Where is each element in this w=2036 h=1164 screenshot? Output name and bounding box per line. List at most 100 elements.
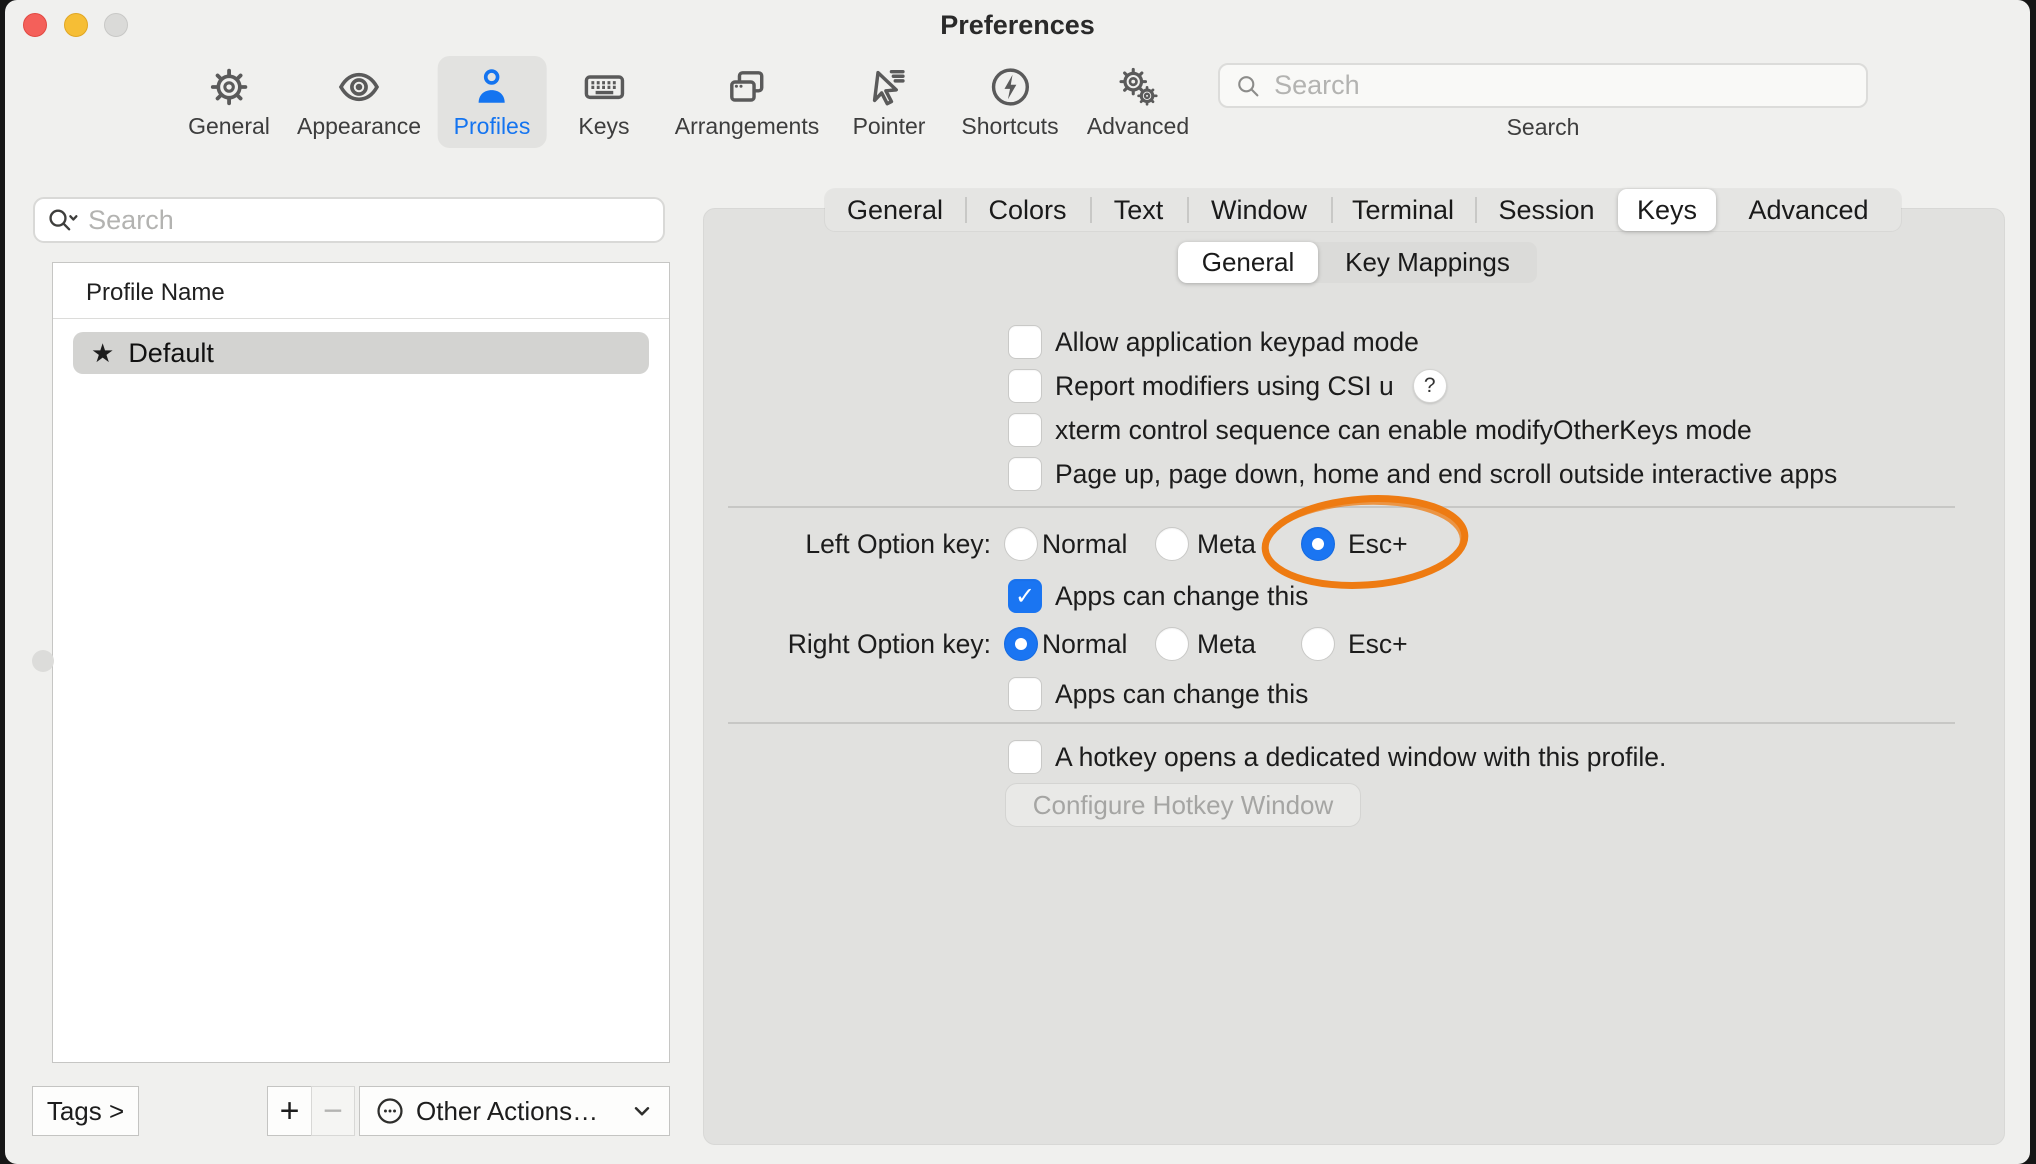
- tab-general[interactable]: General: [825, 189, 965, 231]
- help-button[interactable]: ?: [1413, 369, 1447, 403]
- radio-label: Esc+: [1348, 527, 1408, 561]
- right-option-key-label: Right Option key:: [691, 627, 991, 661]
- subtab-key-mappings[interactable]: Key Mappings: [1318, 242, 1537, 283]
- tab-terminal[interactable]: Terminal: [1331, 189, 1475, 231]
- keyboard-icon: [581, 64, 627, 110]
- toolbar-label: Pointer: [853, 113, 926, 140]
- toolbar-label: General: [188, 113, 270, 140]
- radio-label: Normal: [1042, 627, 1127, 661]
- toolbar-item-arrangements[interactable]: Arrangements: [659, 56, 835, 148]
- row-hotkey-window: A hotkey opens a dedicated window with t…: [1008, 740, 1666, 774]
- windows-icon: [724, 64, 770, 110]
- toolbar-label: Appearance: [297, 113, 421, 140]
- toolbar-search-input[interactable]: [1274, 70, 1852, 101]
- checkbox-left-apps-change[interactable]: ✓: [1008, 579, 1042, 613]
- tab-advanced[interactable]: Advanced: [1716, 189, 1901, 231]
- checkbox-keypad-mode[interactable]: [1008, 325, 1042, 359]
- profile-row-default[interactable]: ★ Default: [73, 332, 649, 374]
- bolt-icon: [987, 64, 1033, 110]
- tab-window[interactable]: Window: [1187, 189, 1331, 231]
- remove-profile-button[interactable]: −: [311, 1086, 355, 1136]
- toolbar-search-field[interactable]: [1218, 63, 1868, 108]
- profile-list-header: Profile Name: [86, 279, 225, 307]
- checkbox-label: Page up, page down, home and end scroll …: [1055, 459, 1837, 490]
- row-csi-u: Report modifiers using CSI u ?: [1008, 369, 1447, 403]
- eye-icon: [336, 64, 382, 110]
- right-option-key-row: Right Option key: Normal Meta Esc+: [705, 627, 1705, 661]
- toolbar-label: Profiles: [454, 113, 531, 140]
- radio-label: Meta: [1197, 627, 1256, 661]
- tab-colors[interactable]: Colors: [965, 189, 1090, 231]
- toolbar-label: Arrangements: [675, 113, 819, 140]
- tab-keys[interactable]: Keys: [1618, 189, 1716, 231]
- cursor-icon: [866, 64, 912, 110]
- toolbar-label: Advanced: [1087, 113, 1189, 140]
- toolbar-label: Shortcuts: [961, 113, 1058, 140]
- person-icon: [469, 64, 515, 110]
- radio-label: Esc+: [1348, 627, 1408, 661]
- checkbox-label: Apps can change this: [1055, 679, 1308, 710]
- toolbar-item-keys[interactable]: Keys: [562, 56, 645, 148]
- checkbox-modifyotherkeys[interactable]: [1008, 413, 1042, 447]
- divider: [53, 318, 669, 319]
- row-modifyotherkeys: xterm control sequence can enable modify…: [1008, 413, 1752, 447]
- radio-left-normal[interactable]: [1004, 527, 1038, 561]
- radio-label: Meta: [1197, 527, 1256, 561]
- configure-hotkey-window-button[interactable]: Configure Hotkey Window: [1005, 783, 1361, 827]
- checkbox-csi-u[interactable]: [1008, 369, 1042, 403]
- toolbar-item-general[interactable]: General: [172, 56, 286, 148]
- tags-button[interactable]: Tags >: [32, 1086, 139, 1136]
- checkbox-right-apps-change[interactable]: [1008, 677, 1042, 711]
- toolbar-item-profiles[interactable]: Profiles: [438, 56, 547, 148]
- toolbar-item-appearance[interactable]: Appearance: [281, 56, 437, 148]
- row-left-apps-change: ✓ Apps can change this: [1008, 579, 1308, 613]
- row-page-scroll: Page up, page down, home and end scroll …: [1008, 457, 1837, 491]
- left-option-key-row: Left Option key: Normal Meta Esc+: [705, 527, 1705, 561]
- profile-search-input[interactable]: [88, 205, 653, 236]
- add-profile-button[interactable]: +: [267, 1086, 312, 1136]
- radio-left-esc[interactable]: [1301, 527, 1335, 561]
- circled-ellipsis-icon: [374, 1095, 406, 1127]
- divider: [728, 722, 1955, 724]
- subtab-general[interactable]: General: [1178, 242, 1318, 283]
- toolbar-search-label: Search: [1218, 114, 1868, 141]
- profile-search-field[interactable]: [33, 197, 665, 243]
- other-actions-label: Other Actions…: [416, 1096, 598, 1127]
- window-title: Preferences: [5, 10, 2030, 41]
- profile-tab-bar: General Colors Text Window Terminal Sess…: [825, 189, 1901, 231]
- checkbox-page-scroll[interactable]: [1008, 457, 1042, 491]
- checkbox-label: Allow application keypad mode: [1055, 327, 1419, 358]
- search-filter-icon: [45, 204, 82, 236]
- toolbar-item-shortcuts[interactable]: Shortcuts: [945, 56, 1074, 148]
- checkbox-hotkey-window[interactable]: [1008, 740, 1042, 774]
- titlebar: Preferences: [5, 0, 2030, 50]
- preferences-window: Preferences General Appearance Profiles: [5, 0, 2030, 1164]
- profile-list-panel: Profile Name ★ Default: [52, 262, 670, 1063]
- splitter-handle[interactable]: [32, 650, 54, 672]
- gears-icon: [1115, 64, 1161, 110]
- left-option-key-label: Left Option key:: [691, 527, 991, 561]
- toolbar-item-advanced[interactable]: Advanced: [1071, 56, 1205, 148]
- radio-left-meta[interactable]: [1155, 527, 1189, 561]
- toolbar-label: Keys: [578, 113, 629, 140]
- other-actions-dropdown[interactable]: Other Actions…: [359, 1086, 670, 1136]
- checkbox-label: Report modifiers using CSI u: [1055, 371, 1394, 402]
- tab-session[interactable]: Session: [1475, 189, 1618, 231]
- gear-icon: [206, 64, 252, 110]
- chevron-down-icon: [629, 1098, 655, 1124]
- profile-name: Default: [128, 338, 214, 369]
- toolbar-item-pointer[interactable]: Pointer: [837, 56, 942, 148]
- radio-right-esc[interactable]: [1301, 627, 1335, 661]
- tab-text[interactable]: Text: [1090, 189, 1187, 231]
- star-icon: ★: [91, 338, 114, 369]
- radio-right-meta[interactable]: [1155, 627, 1189, 661]
- checkbox-label: xterm control sequence can enable modify…: [1055, 415, 1752, 446]
- radio-label: Normal: [1042, 527, 1127, 561]
- radio-right-normal[interactable]: [1004, 627, 1038, 661]
- row-keypad-mode: Allow application keypad mode: [1008, 325, 1419, 359]
- keys-subtab-bar: General Key Mappings: [1178, 242, 1537, 283]
- divider: [728, 506, 1955, 508]
- search-icon: [1234, 71, 1262, 101]
- checkbox-label: Apps can change this: [1055, 581, 1308, 612]
- row-right-apps-change: Apps can change this: [1008, 677, 1308, 711]
